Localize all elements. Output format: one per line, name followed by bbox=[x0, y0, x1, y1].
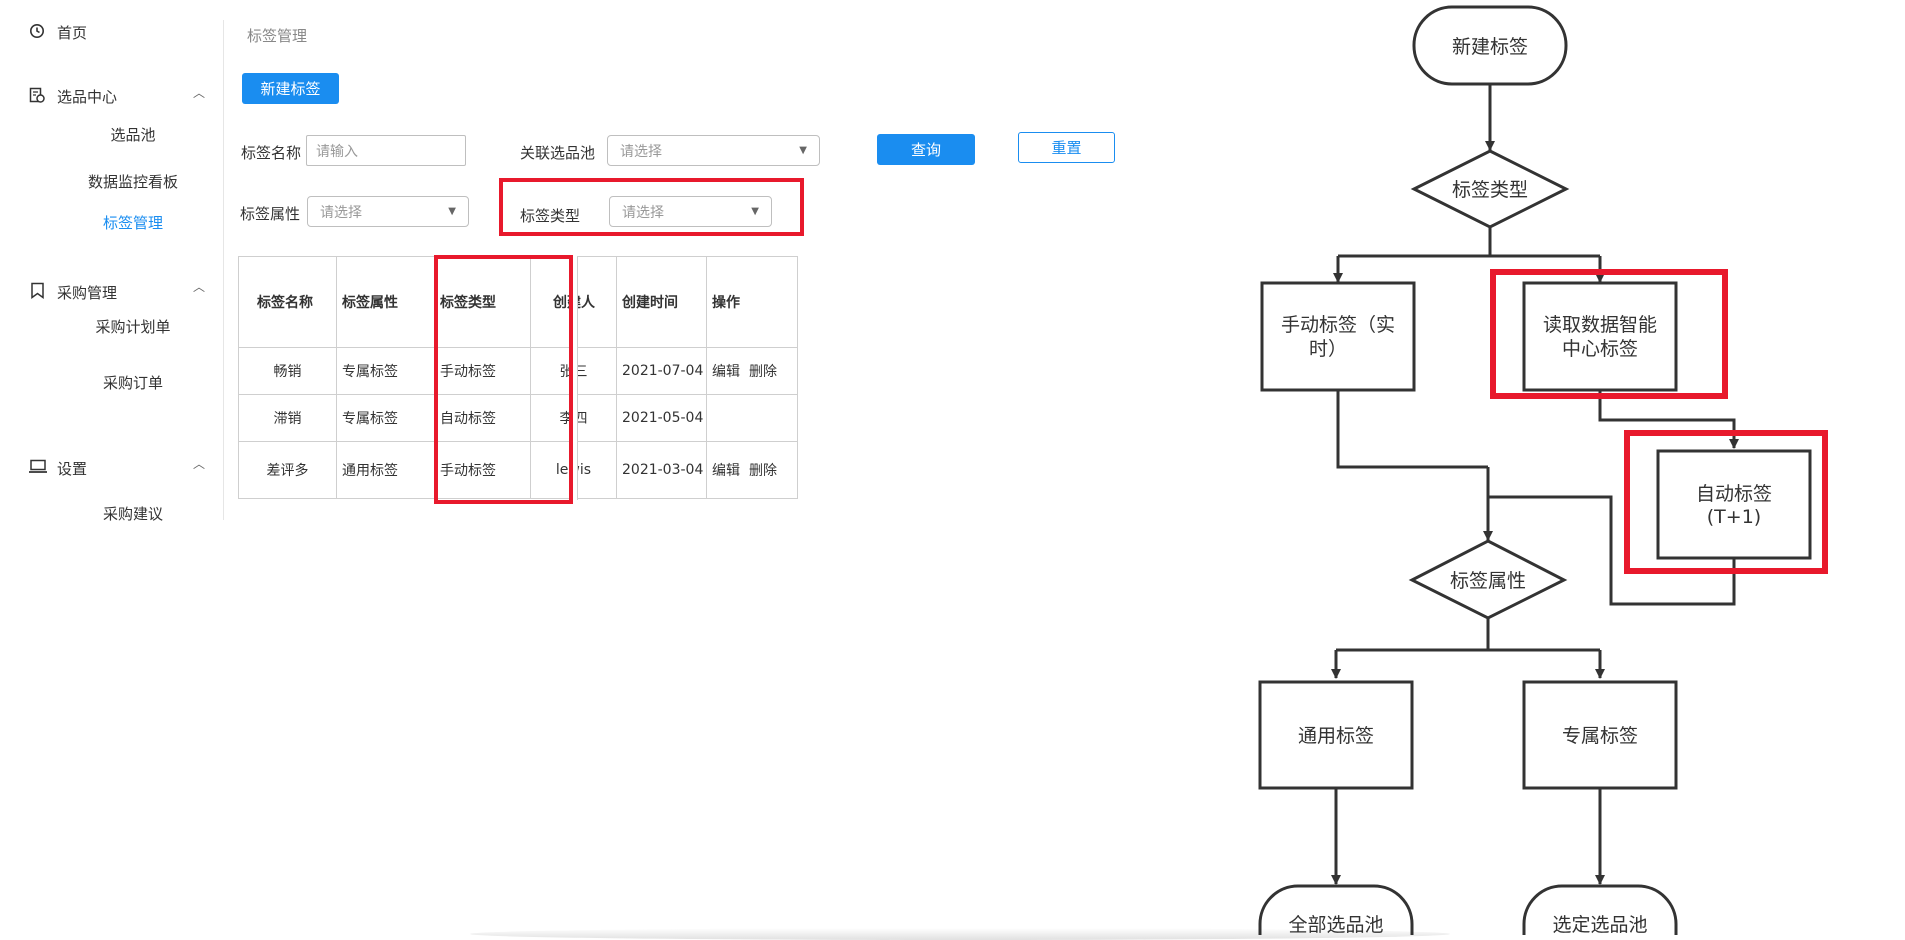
bookmark-icon bbox=[30, 282, 45, 299]
tag-attr-select[interactable]: 请选择 ▼ bbox=[307, 196, 469, 227]
cell-operations: 编辑 删除 bbox=[706, 441, 798, 499]
manual-tag-box bbox=[1260, 281, 1416, 392]
tag-type-label: 标签类型 bbox=[520, 207, 581, 225]
edit-link[interactable]: 编辑 bbox=[712, 364, 740, 380]
sidebar-divider bbox=[223, 20, 224, 520]
caret-down-icon: ▼ bbox=[799, 145, 807, 156]
caret-down-icon: ▼ bbox=[448, 206, 456, 217]
caret-down-icon: ▼ bbox=[751, 206, 759, 217]
delete-link[interactable]: 删除 bbox=[749, 463, 777, 479]
auto-tag-text-line1: 自动标签 bbox=[1696, 483, 1772, 505]
column-header: 标签属性 bbox=[336, 256, 435, 348]
chevron-up-icon[interactable]: ︿ bbox=[193, 84, 205, 101]
cell-tag-name: 差评多 bbox=[238, 441, 337, 499]
pool-label: 关联选品池 bbox=[520, 144, 596, 162]
attr-decision-text: 标签属性 bbox=[1450, 570, 1526, 592]
manual-tag-text-line1: 手动标签（实 bbox=[1281, 314, 1395, 336]
cell-tag-attr: 专属标签 bbox=[336, 394, 435, 442]
sidebar-item-data-dashboard[interactable]: 数据监控看板 bbox=[53, 171, 213, 192]
tag-flowchart: 新建标签 标签类型 手动标签（实 时） 读取数据智能 中心标签 自动标签 (T+… bbox=[1258, 5, 1828, 935]
new-tag-button[interactable]: 新建标签 bbox=[242, 73, 339, 104]
cell-operations bbox=[706, 394, 798, 442]
exclusive-tag-text: 专属标签 bbox=[1562, 725, 1638, 747]
sidebar-item-purchase-suggestion[interactable]: 采购建议 bbox=[53, 503, 213, 524]
selected-pool-text: 选定选品池 bbox=[1552, 914, 1647, 935]
column-header: 创建时间 bbox=[616, 256, 707, 348]
column-header: 操作 bbox=[706, 256, 798, 348]
sidebar-item-purchase-order[interactable]: 采购订单 bbox=[53, 372, 213, 393]
laptop-icon bbox=[28, 459, 48, 474]
smart-tag-text-line2: 中心标签 bbox=[1562, 338, 1638, 360]
chevron-up-icon[interactable]: ︿ bbox=[193, 455, 205, 472]
tag-name-input[interactable]: 请输入 bbox=[306, 135, 466, 166]
sidebar-item-tag-management[interactable]: 标签管理 bbox=[53, 212, 213, 233]
auto-tag-text-line2: (T+1) bbox=[1707, 506, 1761, 528]
clock-icon bbox=[29, 23, 45, 39]
cell-tag-name: 畅销 bbox=[238, 347, 337, 395]
start-text: 新建标签 bbox=[1452, 36, 1528, 58]
reset-button[interactable]: 重置 bbox=[1018, 132, 1115, 163]
cell-tag-attr: 专属标签 bbox=[336, 347, 435, 395]
sidebar-item-selection-pool[interactable]: 选品池 bbox=[53, 124, 213, 145]
pool-select-value: 请选择 bbox=[620, 143, 662, 160]
tag-attr-select-value: 请选择 bbox=[320, 204, 362, 221]
chevron-up-icon[interactable]: ︿ bbox=[193, 278, 205, 295]
general-tag-text: 通用标签 bbox=[1298, 725, 1374, 747]
bottom-shadow bbox=[470, 928, 1450, 940]
sidebar-group-selection-center[interactable]: 选品中心 bbox=[57, 86, 117, 107]
delete-link[interactable]: 删除 bbox=[749, 364, 777, 380]
tag-type-select[interactable]: 请选择 ▼ bbox=[609, 196, 772, 227]
pool-select[interactable]: 请选择 ▼ bbox=[607, 135, 820, 166]
column-header: 标签名称 bbox=[238, 256, 337, 348]
table-gap-edge bbox=[577, 256, 578, 500]
breadcrumb: 标签管理 bbox=[247, 27, 308, 45]
query-button[interactable]: 查询 bbox=[877, 134, 975, 165]
cell-tag-name: 滞销 bbox=[238, 394, 337, 442]
cell-created-time: 2021-07-04 bbox=[616, 347, 707, 395]
sidebar-group-purchase[interactable]: 采购管理 bbox=[57, 282, 117, 303]
smart-tag-text-line1: 读取数据智能 bbox=[1543, 314, 1657, 336]
sidebar-group-settings[interactable]: 设置 bbox=[57, 458, 87, 479]
tag-type-column-highlight bbox=[434, 255, 573, 504]
manual-tag-text-line2: 时） bbox=[1309, 338, 1347, 360]
cell-created-time: 2021-03-04 bbox=[616, 441, 707, 499]
report-icon bbox=[29, 87, 46, 104]
sidebar-item-purchase-plan[interactable]: 采购计划单 bbox=[53, 316, 213, 337]
cell-created-time: 2021-05-04 bbox=[616, 394, 707, 442]
edit-link[interactable]: 编辑 bbox=[712, 463, 740, 479]
cell-operations: 编辑 删除 bbox=[706, 347, 798, 395]
tag-name-label: 标签名称 bbox=[241, 144, 302, 162]
type-decision-text: 标签类型 bbox=[1452, 179, 1528, 201]
sidebar-item-home[interactable]: 首页 bbox=[57, 22, 87, 43]
tag-type-select-value: 请选择 bbox=[622, 204, 664, 221]
tag-attr-label: 标签属性 bbox=[240, 205, 301, 223]
cell-tag-attr: 通用标签 bbox=[336, 441, 435, 499]
smart-tag-box bbox=[1522, 281, 1678, 392]
